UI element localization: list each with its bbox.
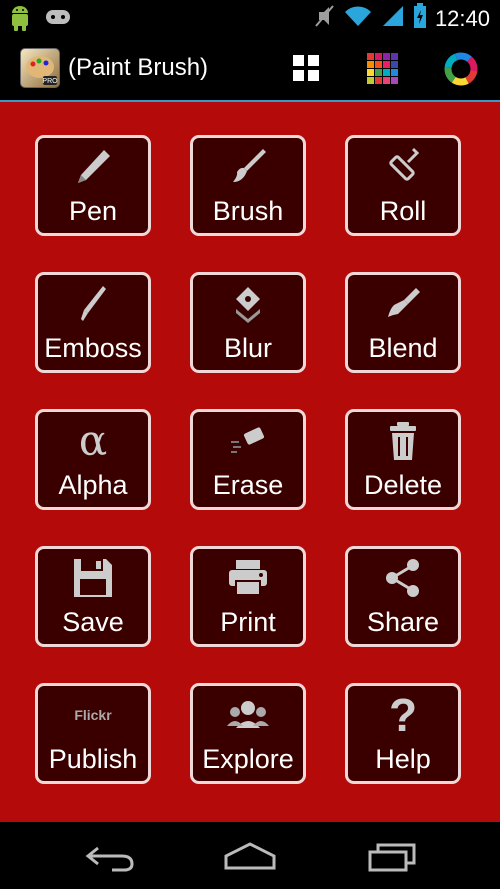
tile-label: Blend (368, 333, 438, 363)
pro-badge: PRO (42, 78, 58, 85)
color-palette-button[interactable] (366, 52, 398, 84)
app-title: (Paint Brush) (68, 54, 209, 81)
trash-icon (348, 420, 458, 462)
tile-emboss[interactable]: Emboss (35, 272, 151, 373)
tile-alpha[interactable]: α Alpha (35, 409, 151, 510)
tile-label: Print (220, 607, 276, 637)
tile-roll[interactable]: Roll (345, 135, 461, 236)
tile-label: Publish (48, 744, 138, 774)
alpha-icon: α (78, 416, 108, 465)
game-controller-icon (44, 4, 72, 37)
roller-icon (348, 146, 458, 188)
tile-label: Emboss (44, 333, 142, 363)
emboss-icon (38, 283, 148, 325)
tile-label: Explore (202, 744, 294, 774)
grid-view-button[interactable] (290, 52, 322, 84)
clock: 12:40 (434, 5, 490, 31)
app-icon[interactable]: PRO (20, 48, 60, 88)
tile-save[interactable]: Save (35, 546, 151, 647)
tile-print[interactable]: Print (190, 546, 306, 647)
printer-icon (193, 557, 303, 599)
tile-erase[interactable]: Erase (190, 409, 306, 510)
tile-help[interactable]: ? Help (345, 683, 461, 784)
tile-label: Help (375, 744, 431, 774)
tile-pen[interactable]: Pen (35, 135, 151, 236)
question-icon: ? (388, 689, 418, 741)
tile-delete[interactable]: Delete (345, 409, 461, 510)
blend-icon (348, 283, 458, 325)
tile-label: Erase (212, 470, 284, 500)
people-icon (193, 694, 303, 736)
eraser-icon (193, 420, 303, 462)
navigation-bar (0, 822, 500, 889)
tile-explore[interactable]: Explore (190, 683, 306, 784)
signal-icon (381, 2, 405, 35)
blur-icon (193, 283, 303, 325)
tile-label: Brush (212, 196, 284, 226)
tile-label: Alpha (58, 470, 128, 500)
tile-label: Save (62, 607, 124, 637)
tile-label: Blur (223, 333, 272, 363)
tile-label: Pen (68, 196, 118, 226)
recent-apps-icon (368, 843, 416, 872)
tile-share[interactable]: Share (345, 546, 461, 647)
tile-label: Roll (379, 196, 427, 226)
tile-blur[interactable]: Blur (190, 272, 306, 373)
share-icon (348, 557, 458, 599)
tool-grid: Pen Brush Roll Emboss Blur Blend α Alpha… (0, 102, 500, 822)
battery-icon (413, 2, 427, 35)
tile-label: Share (366, 607, 440, 637)
brush-icon (193, 146, 303, 188)
home-icon (224, 842, 276, 870)
flickr-icon: Flickr (74, 707, 112, 723)
color-wheel-icon (444, 52, 478, 86)
palette-icon: PRO (26, 56, 58, 85)
wifi-icon (343, 2, 373, 35)
mute-icon (313, 2, 335, 35)
android-icon (8, 4, 32, 37)
pen-icon (38, 146, 148, 188)
tile-label: Delete (363, 470, 443, 500)
color-palette-icon (367, 53, 398, 84)
save-icon (38, 557, 148, 599)
recent-apps-button[interactable] (362, 840, 422, 874)
back-icon (85, 846, 134, 872)
back-button[interactable] (82, 840, 142, 874)
grid-view-icon (293, 55, 319, 81)
home-button[interactable] (220, 840, 280, 874)
tile-publish[interactable]: Flickr Publish (35, 683, 151, 784)
color-wheel-button[interactable] (444, 52, 478, 86)
tile-brush[interactable]: Brush (190, 135, 306, 236)
status-bar: 12:40 (0, 0, 500, 36)
action-bar: PRO (Paint Brush) (0, 36, 500, 102)
tile-blend[interactable]: Blend (345, 272, 461, 373)
